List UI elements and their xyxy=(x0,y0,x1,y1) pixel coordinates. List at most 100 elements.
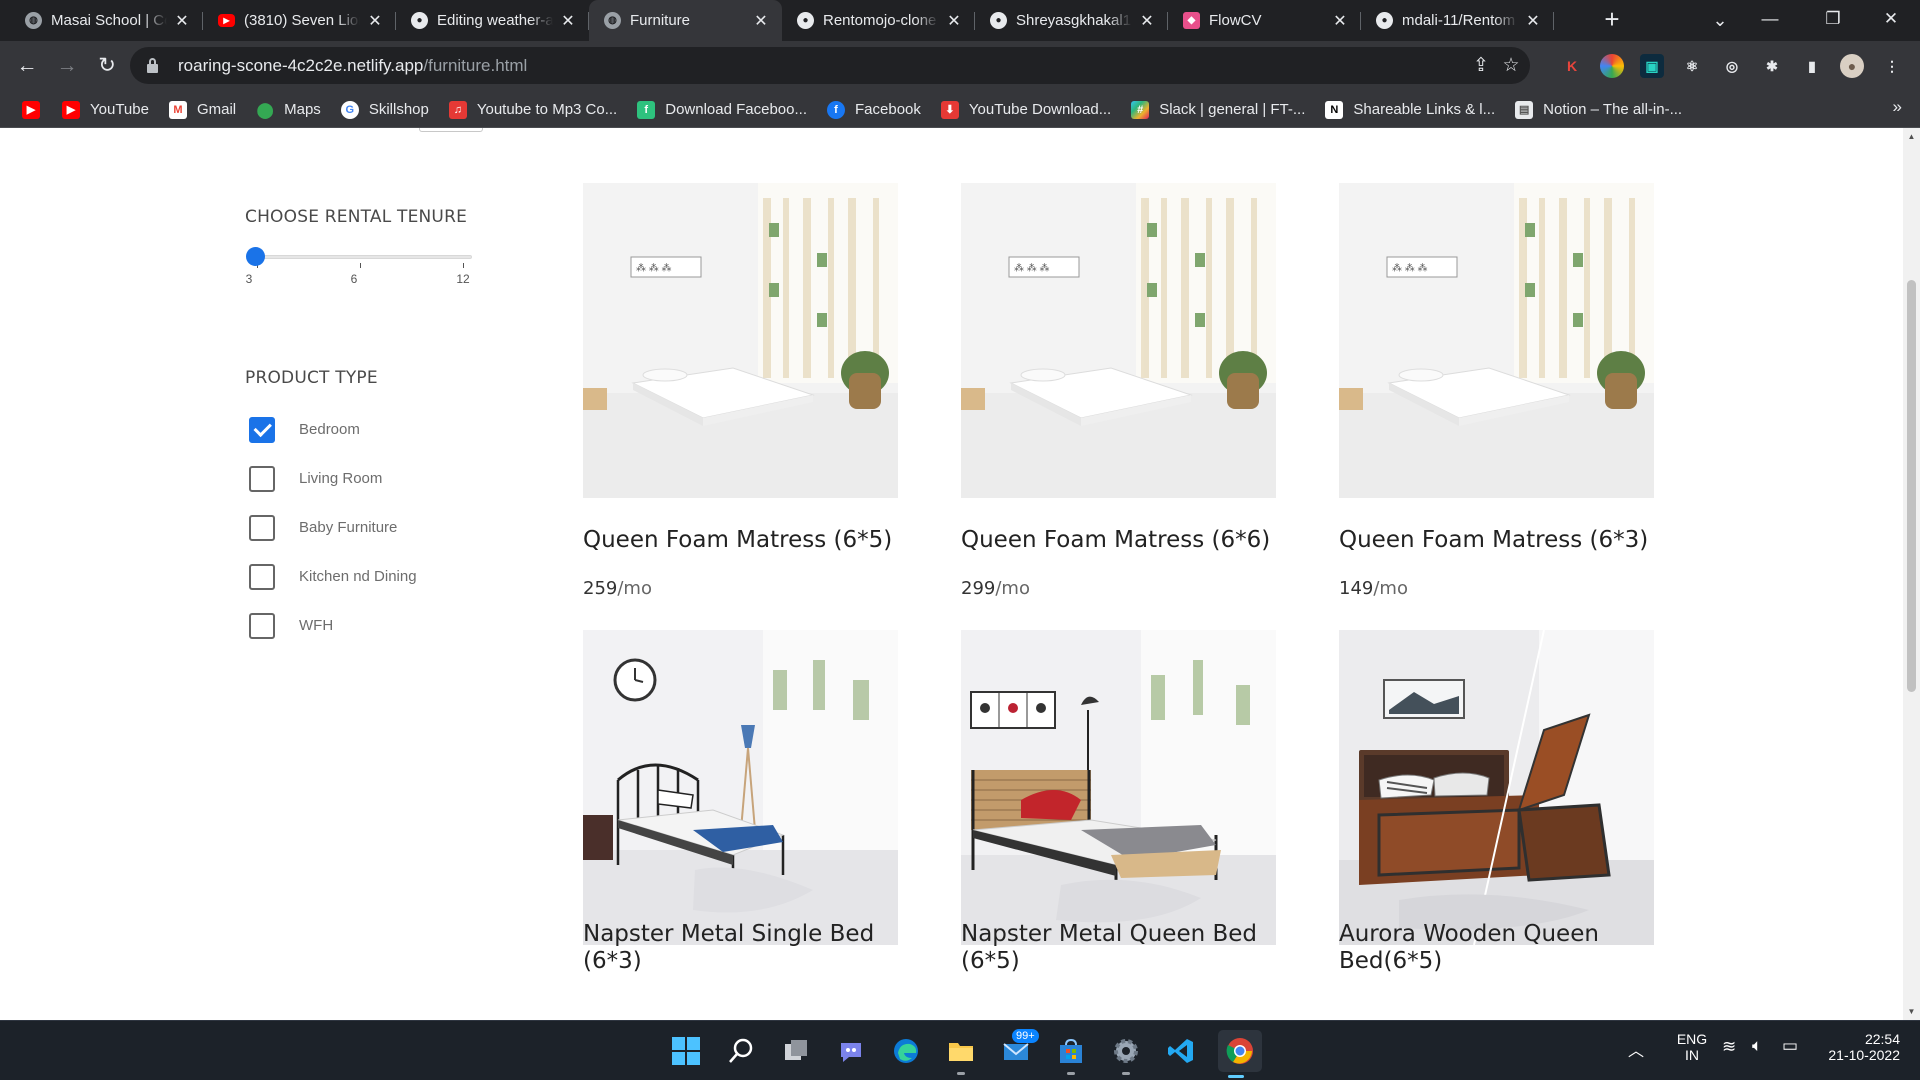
menu-kebab-icon[interactable]: ⋮ xyxy=(1880,54,1904,78)
side-panel-icon[interactable]: ▮ xyxy=(1800,54,1824,78)
address-bar[interactable]: roaring-scone-4c2c2e.netlify.app/furnitu… xyxy=(130,47,1530,84)
task-view-icon[interactable] xyxy=(778,1033,814,1069)
extension-target-icon[interactable]: ◎ xyxy=(1720,54,1744,78)
tenure-slider[interactable]: 3 6 12 xyxy=(245,245,475,295)
bookmark-item[interactable]: ▤ Notion – The all-in-... xyxy=(1507,96,1694,124)
product-name[interactable]: Napster Metal Queen Bed (6*5) xyxy=(961,921,1291,975)
reload-button[interactable]: ↻ xyxy=(92,51,122,81)
windows-start-icon[interactable] xyxy=(668,1033,704,1069)
browser-tab[interactable]: ● Shreyasgkhakal10 ✕ xyxy=(975,0,1168,41)
extensions-puzzle-icon[interactable]: ✱ xyxy=(1760,54,1784,78)
show-hidden-icons-chevron-icon[interactable]: ︿ xyxy=(1628,1037,1644,1061)
back-button[interactable]: ← xyxy=(12,51,42,81)
sort-button-edge[interactable] xyxy=(419,128,483,132)
close-icon[interactable]: ✕ xyxy=(173,12,191,30)
mattress-photo[interactable]: ⁂ ⁂ ⁂ xyxy=(1339,183,1654,498)
forward-button[interactable]: → xyxy=(52,51,82,81)
metal-single-bed-photo[interactable] xyxy=(583,630,898,945)
browser-tab[interactable]: ● Editing weather-a ✕ xyxy=(396,0,589,41)
bookmark-item[interactable]: N Shareable Links & l... xyxy=(1317,96,1507,124)
bookmark-item[interactable]: ⬇ YouTube Download... xyxy=(933,96,1123,124)
scroll-down-arrow-icon[interactable]: ▼ xyxy=(1903,1003,1920,1020)
input-language[interactable]: ENG IN xyxy=(1672,1031,1712,1063)
page-scrollbar[interactable]: ▲ ▼ xyxy=(1903,128,1920,1020)
volume-icon[interactable]: 🔈︎ xyxy=(1752,1036,1762,1056)
filter-option-wfh[interactable]: WFH xyxy=(249,612,333,639)
new-tab-button[interactable]: + xyxy=(1598,6,1626,34)
browser-tab[interactable]: ◆ FlowCV ✕ xyxy=(1168,0,1361,41)
battery-icon[interactable]: ▭ xyxy=(1782,1036,1798,1056)
bookmark-item[interactable]: G Skillshop xyxy=(333,96,441,124)
microsoft-store-icon[interactable] xyxy=(1053,1033,1089,1075)
product-name[interactable]: Aurora Wooden Queen Bed(6*5) xyxy=(1339,921,1669,975)
close-window-button[interactable]: ✕ xyxy=(1868,0,1914,41)
bookmark-item[interactable]: ♫ Youtube to Mp3 Co... xyxy=(441,96,629,124)
bookmark-item[interactable]: f Download Faceboo... xyxy=(629,96,819,124)
product-name[interactable]: Napster Metal Single Bed (6*3) xyxy=(583,921,913,975)
react-devtools-icon[interactable]: ⚛ xyxy=(1680,54,1704,78)
restore-button[interactable]: ❐ xyxy=(1810,0,1856,41)
bookmark-item[interactable]: M Gmail xyxy=(161,96,248,124)
clock[interactable]: 22:54 21-10-2022 xyxy=(1818,1031,1900,1063)
checkbox[interactable] xyxy=(249,563,275,590)
close-icon[interactable]: ✕ xyxy=(752,12,770,30)
chrome-icon[interactable] xyxy=(1218,1030,1262,1078)
checkbox[interactable] xyxy=(249,612,275,639)
bookmark-star-icon[interactable]: ☆ xyxy=(1498,53,1524,79)
scroll-thumb[interactable] xyxy=(1907,280,1916,692)
tab-search-chevron-icon[interactable]: ⌄ xyxy=(1706,6,1734,34)
filter-option-baby-furniture[interactable]: Baby Furniture xyxy=(249,514,397,541)
product-price: 149/mo xyxy=(1339,578,1408,599)
close-icon[interactable]: ✕ xyxy=(366,12,384,30)
product-name[interactable]: Queen Foam Matress (6*6) xyxy=(961,527,1291,554)
close-icon[interactable]: ✕ xyxy=(1138,12,1156,30)
profile-avatar[interactable]: ● xyxy=(1840,54,1864,78)
url-text[interactable]: roaring-scone-4c2c2e.netlify.app/furnitu… xyxy=(178,56,527,76)
checkbox[interactable] xyxy=(249,465,275,492)
filter-option-bedroom[interactable]: Bedroom xyxy=(249,416,360,443)
bookmarks-bar: ▶ ▶ YouTube M Gmail ⬤ Maps G Skillshop ♫ Yout… xyxy=(0,91,1920,128)
filter-option-living-room[interactable]: Living Room xyxy=(249,465,382,492)
browser-tab-active[interactable]: ◍ Furniture ✕ xyxy=(589,0,782,41)
close-icon[interactable]: ✕ xyxy=(1331,12,1349,30)
checkbox[interactable] xyxy=(249,514,275,541)
extension-k-icon[interactable]: K xyxy=(1560,54,1584,78)
search-icon[interactable] xyxy=(723,1033,759,1069)
extension-color-icon[interactable]: · xyxy=(1600,54,1624,78)
scroll-up-arrow-icon[interactable]: ▲ xyxy=(1903,128,1920,145)
close-icon[interactable]: ✕ xyxy=(559,12,577,30)
vscode-icon[interactable] xyxy=(1163,1033,1199,1069)
browser-tab[interactable]: ◍ Masai School | Co ✕ xyxy=(10,0,203,41)
file-explorer-icon[interactable] xyxy=(943,1033,979,1075)
extension-cube-icon[interactable]: ▣ xyxy=(1640,54,1664,78)
close-icon[interactable]: ✕ xyxy=(1524,12,1542,30)
teams-chat-icon[interactable] xyxy=(833,1033,869,1069)
mattress-photo[interactable]: ⁂ ⁂ ⁂ xyxy=(961,183,1276,498)
edge-icon[interactable] xyxy=(888,1033,924,1069)
bookmark-item[interactable]: ⬤ Maps xyxy=(248,96,333,124)
bookmark-item[interactable]: # Slack | general | FT-... xyxy=(1123,96,1317,124)
browser-tab[interactable]: ● mdali-11/Rentom ✕ xyxy=(1361,0,1554,41)
slider-thumb[interactable] xyxy=(246,247,265,266)
metal-queen-bed-photo[interactable] xyxy=(961,630,1276,945)
bookmarks-overflow-icon[interactable]: » xyxy=(1893,97,1902,117)
settings-icon[interactable] xyxy=(1108,1033,1144,1075)
mattress-photo[interactable]: ⁂ ⁂ ⁂ xyxy=(583,183,898,498)
bookmark-item[interactable]: ▶ YouTube xyxy=(54,96,161,124)
product-name[interactable]: Queen Foam Matress (6*3) xyxy=(1339,527,1669,554)
browser-tab[interactable]: ▶ (3810) Seven Lion ✕ xyxy=(203,0,396,41)
browser-tab[interactable]: ● Rentomojo-clone ✕ xyxy=(782,0,975,41)
close-icon[interactable]: ✕ xyxy=(945,12,963,30)
wifi-icon[interactable]: ≋ xyxy=(1722,1037,1736,1057)
minimize-button[interactable]: — xyxy=(1747,0,1793,41)
bookmark-youtube-icon-only[interactable]: ▶ xyxy=(14,96,54,124)
lock-icon[interactable] xyxy=(147,58,158,73)
bookmark-item[interactable]: f Facebook xyxy=(819,96,933,124)
wooden-storage-bed-photo[interactable] xyxy=(1339,630,1654,945)
slider-track[interactable] xyxy=(255,255,472,259)
checkbox[interactable] xyxy=(249,416,275,443)
share-icon[interactable]: ⇪ xyxy=(1468,53,1494,79)
bookmark-label: Youtube to Mp3 Co... xyxy=(476,101,618,118)
filter-option-kitchen-dining[interactable]: Kitchen nd Dining xyxy=(249,563,417,590)
product-name[interactable]: Queen Foam Matress (6*5) xyxy=(583,527,913,554)
